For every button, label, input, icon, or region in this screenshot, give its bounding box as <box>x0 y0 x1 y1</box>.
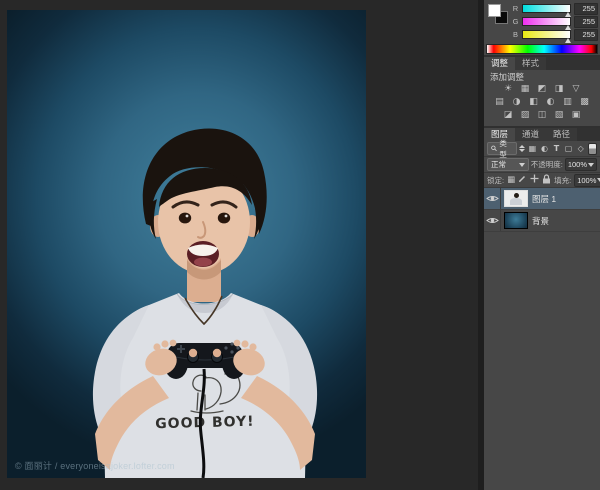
layer-name[interactable]: 背景 <box>532 215 549 227</box>
vibrance-icon[interactable]: ▽ <box>569 84 584 95</box>
adjustment-icon-row: ◪ ▨ ◫ ▧ ▣ <box>484 109 600 122</box>
color-panel: R 255 G 255 B 255 <box>484 0 600 55</box>
tab-adjustments[interactable]: 调整 <box>484 57 515 70</box>
filter-smart-objects-icon[interactable]: ◇ <box>576 144 586 153</box>
tab-styles[interactable]: 样式 <box>515 57 546 70</box>
watermark: © 面丽计 / everyoneisajoker.lofter.com <box>15 459 175 472</box>
filter-type-layers-icon[interactable]: T <box>551 144 561 153</box>
selective-color-icon[interactable]: ▣ <box>569 110 584 121</box>
fill-label: 填充: <box>554 175 571 186</box>
chevron-down-icon <box>588 163 594 167</box>
green-channel-label: G <box>512 17 519 26</box>
blue-channel-row: B 255 <box>512 28 598 41</box>
blue-slider[interactable] <box>522 30 571 39</box>
adjustments-tabstrip: 调整 样式 <box>484 57 600 70</box>
add-adjustment-label: 添加调整 <box>484 70 600 83</box>
red-channel-row: R 255 <box>512 2 598 15</box>
posterize-icon[interactable]: ▨ <box>518 110 533 121</box>
filter-kind-stepper[interactable] <box>519 144 525 153</box>
layer-thumbnail[interactable] <box>504 190 528 207</box>
channel-mixer-icon[interactable]: ▥ <box>560 97 575 108</box>
red-slider[interactable] <box>522 4 571 13</box>
blue-value-field[interactable]: 255 <box>574 29 598 41</box>
green-slider[interactable] <box>522 17 571 26</box>
fill-value: 100% <box>577 176 596 185</box>
eye-icon <box>486 194 499 203</box>
foreground-color-swatch[interactable] <box>488 4 501 17</box>
document-photo[interactable]: GOOD BOY! <box>7 10 366 478</box>
adjustment-icon-row: ☀ ▦ ◩ ◨ ▽ <box>484 83 600 96</box>
filter-kind-label: 类型 <box>499 138 513 160</box>
layers-panel: 图层 通道 路径 类型 ▦ ◐ T ▢ ◇ <box>484 128 600 488</box>
lock-label: 锁定: <box>487 175 504 186</box>
blend-mode-value: 正常 <box>491 159 506 170</box>
panel-dock: R 255 G 255 B 255 调整 样式 添加调整 <box>484 0 600 490</box>
levels-icon[interactable]: ▦ <box>518 84 533 95</box>
filter-pixel-layers-icon[interactable]: ▦ <box>527 144 537 153</box>
brightness-contrast-icon[interactable]: ☀ <box>501 84 516 95</box>
blue-slider-thumb[interactable] <box>565 38 571 43</box>
layer-thumbnail[interactable] <box>504 212 528 229</box>
canvas-workspace[interactable]: GOOD BOY! <box>0 0 478 490</box>
adjustments-panel: 调整 样式 添加调整 ☀ ▦ ◩ ◨ ▽ ▤ ◑ ◧ ◐ ▥ ▩ ◪ ▨ <box>484 57 600 126</box>
shirt-text: GOOD BOY! <box>155 414 255 433</box>
green-channel-row: G 255 <box>512 15 598 28</box>
layer-filter-row: 类型 ▦ ◐ T ▢ ◇ <box>484 141 600 157</box>
exposure-icon[interactable]: ◨ <box>552 84 567 95</box>
visibility-toggle[interactable] <box>484 188 501 209</box>
opacity-value: 100% <box>568 160 587 169</box>
visibility-toggle[interactable] <box>484 210 501 231</box>
lock-image-icon[interactable] <box>518 174 527 186</box>
tab-channels[interactable]: 通道 <box>515 128 546 141</box>
lock-transparency-icon[interactable]: ▦ <box>507 175 515 185</box>
filter-adjustment-layers-icon[interactable]: ◐ <box>539 144 549 153</box>
black-white-icon[interactable]: ◧ <box>526 97 541 108</box>
opacity-label: 不透明度: <box>531 159 563 170</box>
gradient-map-icon[interactable]: ▧ <box>552 110 567 121</box>
layer-row-layer1[interactable]: 图层 1 <box>484 188 600 210</box>
layer-name[interactable]: 图层 1 <box>532 193 556 205</box>
filter-kind-dropdown[interactable]: 类型 <box>487 142 517 155</box>
green-value-field[interactable]: 255 <box>574 16 598 28</box>
chevron-down-icon <box>519 163 525 167</box>
threshold-icon[interactable]: ◫ <box>535 110 550 121</box>
photo-illustration: GOOD BOY! <box>7 10 366 478</box>
photoshop-window: GOOD BOY! <box>0 0 600 490</box>
red-channel-label: R <box>512 4 519 13</box>
blend-mode-select[interactable]: 正常 <box>487 158 529 171</box>
lock-row: 锁定: ▦ 填充: 100% <box>484 173 600 188</box>
invert-icon[interactable]: ◪ <box>501 110 516 121</box>
fill-field[interactable]: 100% <box>574 174 600 187</box>
opacity-field[interactable]: 100% <box>565 158 597 171</box>
layer-row-background[interactable]: 背景 <box>484 210 600 232</box>
color-lookup-icon[interactable]: ▩ <box>577 97 592 108</box>
red-value-field[interactable]: 255 <box>574 3 598 15</box>
blend-mode-row: 正常 不透明度: 100% <box>484 157 600 173</box>
tab-paths[interactable]: 路径 <box>546 128 577 141</box>
filter-shape-layers-icon[interactable]: ▢ <box>564 144 574 153</box>
curves-icon[interactable]: ◩ <box>535 84 550 95</box>
filtering-toggle[interactable] <box>588 143 597 155</box>
color-spectrum-ramp[interactable] <box>486 44 598 54</box>
adjustment-icon-row: ▤ ◑ ◧ ◐ ▥ ▩ <box>484 96 600 109</box>
color-balance-icon[interactable]: ◑ <box>509 97 524 108</box>
lock-all-icon[interactable] <box>542 174 551 187</box>
hue-saturation-icon[interactable]: ▤ <box>492 97 507 108</box>
eye-icon <box>486 216 499 225</box>
photo-filter-icon[interactable]: ◐ <box>543 97 558 108</box>
blue-channel-label: B <box>512 30 519 39</box>
person: GOOD BOY! <box>93 129 317 478</box>
search-icon <box>491 145 497 152</box>
lock-position-icon[interactable] <box>530 174 539 186</box>
